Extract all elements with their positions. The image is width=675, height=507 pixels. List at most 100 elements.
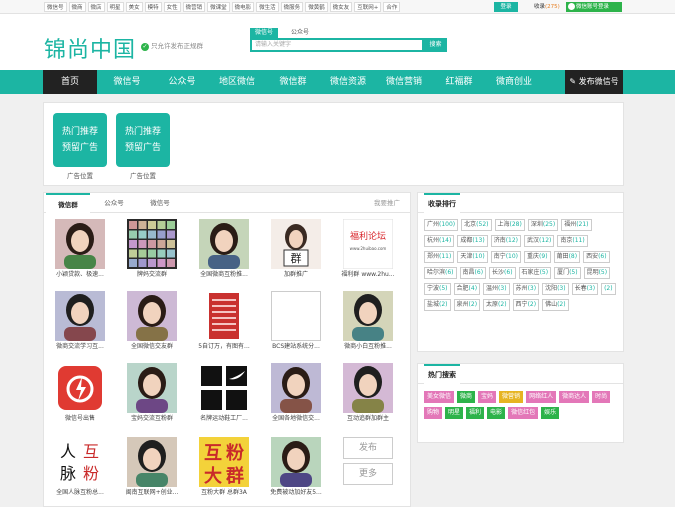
- city-tag[interactable]: 哈尔滨(6): [424, 267, 457, 279]
- city-tag[interactable]: 莆田(8): [553, 251, 581, 263]
- publish-button[interactable]: 发布: [343, 437, 393, 459]
- city-tag[interactable]: 深圳(25): [527, 219, 559, 231]
- list-item[interactable]: 互粉大群互粉大群 总群3A: [194, 437, 254, 498]
- city-tag[interactable]: 天津(10): [457, 251, 488, 263]
- more-button[interactable]: 更多: [343, 463, 393, 485]
- nav-red-groups[interactable]: 红福群: [432, 70, 486, 94]
- hot-search-tag[interactable]: 明星: [445, 407, 464, 419]
- top-link[interactable]: 微电影: [231, 2, 255, 12]
- tab-wechat-id[interactable]: 微信号: [138, 193, 182, 213]
- hot-search-tag[interactable]: 微商达人: [559, 391, 590, 403]
- list-item[interactable]: 互动追群加群主: [338, 363, 398, 424]
- nav-official[interactable]: 公众号: [155, 70, 209, 94]
- city-tag[interactable]: 福州(21): [561, 219, 592, 231]
- tab-official[interactable]: 公众号: [92, 193, 136, 213]
- city-tag[interactable]: 宁波(5): [424, 283, 451, 295]
- login-button[interactable]: 登录: [494, 2, 518, 12]
- city-tag[interactable]: 合肥(4): [453, 283, 481, 295]
- hot-search-tag[interactable]: 美女微信: [424, 391, 455, 403]
- city-tag[interactable]: 盐城(2): [424, 299, 451, 311]
- list-item[interactable]: 小颖贷款、极速...: [50, 219, 110, 280]
- hot-search-tag[interactable]: 微信红包: [508, 407, 539, 419]
- list-item[interactable]: 闽南互联网+创业...: [122, 437, 182, 498]
- nav-wechat-id[interactable]: 微信号: [100, 70, 154, 94]
- city-tag[interactable]: 西安(6): [583, 251, 610, 263]
- city-tag[interactable]: (2): [601, 283, 616, 295]
- top-link[interactable]: 微营销: [182, 2, 206, 12]
- list-item[interactable]: 全国微商互粉推...: [194, 219, 254, 280]
- nav-business[interactable]: 微商创业: [487, 70, 541, 94]
- list-item[interactable]: 发布 更多: [338, 437, 398, 488]
- top-link[interactable]: 模特: [144, 2, 162, 12]
- list-item[interactable]: 牌妈交流群: [122, 219, 182, 280]
- hot-search-tag[interactable]: 宝妈: [478, 391, 497, 403]
- city-tag[interactable]: 成都(13): [457, 235, 488, 247]
- top-link[interactable]: 女性: [163, 2, 181, 12]
- tab-wechat-groups[interactable]: 微信群: [46, 193, 90, 214]
- hot-search-tag[interactable]: 购物: [424, 407, 443, 419]
- publish-wechat-button[interactable]: ✎ 发布微信号: [565, 70, 623, 94]
- list-item[interactable]: 人互脉粉全国人脉互粉总...: [50, 437, 110, 498]
- list-item[interactable]: 微商交流学习互...: [50, 291, 110, 352]
- city-tag[interactable]: 广州(100): [424, 219, 459, 231]
- hot-search-tag[interactable]: 娱乐: [541, 407, 560, 419]
- hot-search-tag[interactable]: 福利: [466, 407, 485, 419]
- city-tag[interactable]: 杭州(14): [424, 235, 455, 247]
- top-link[interactable]: 微信号: [44, 2, 67, 12]
- city-tag[interactable]: 南宁(10): [490, 251, 522, 263]
- list-item[interactable]: 群加群推广: [266, 219, 326, 280]
- hot-search-tag[interactable]: 时尚: [592, 391, 611, 403]
- top-link[interactable]: 互联网+: [354, 2, 382, 12]
- city-tag[interactable]: 厦门(5): [554, 267, 581, 279]
- search-input[interactable]: 请输入关键字: [250, 38, 424, 52]
- ad-slot[interactable]: 热门推荐 预留广告: [116, 113, 170, 167]
- top-link[interactable]: 微生活: [256, 2, 279, 12]
- publish-more-box[interactable]: 发布 更多: [343, 437, 393, 487]
- list-item[interactable]: 宝妈交流互粉群: [122, 363, 182, 424]
- city-tag[interactable]: 北京(52): [461, 219, 492, 231]
- list-item[interactable]: 微信号出售: [50, 363, 110, 424]
- top-link[interactable]: 微女友: [329, 2, 353, 12]
- city-tag[interactable]: 上海(28): [494, 219, 525, 231]
- nav-groups[interactable]: 微信群: [266, 70, 320, 94]
- city-tag[interactable]: 西宁(2): [512, 299, 540, 311]
- city-tag[interactable]: 重庆(9): [524, 251, 551, 263]
- city-tag[interactable]: 太原(2): [483, 299, 510, 311]
- list-item[interactable]: 免费被动加好友5...: [266, 437, 326, 498]
- nav-resources[interactable]: 微信资源: [321, 70, 375, 94]
- wechat-login-button[interactable]: 微信账号登录: [566, 2, 622, 12]
- list-item[interactable]: 微商小白互粉推...: [338, 291, 398, 352]
- search-tab-official[interactable]: 公众号: [286, 28, 314, 38]
- city-tag[interactable]: 郑州(11): [424, 251, 455, 263]
- city-tag[interactable]: 沈阳(3): [542, 283, 569, 295]
- city-tag[interactable]: 长春(3): [571, 283, 599, 295]
- site-logo[interactable]: 锦尚中国: [44, 32, 136, 64]
- ad-slot[interactable]: 热门推荐 预留广告: [53, 113, 107, 167]
- hot-search-tag[interactable]: 电影: [487, 407, 506, 419]
- city-tag[interactable]: 南昌(6): [459, 267, 487, 279]
- nav-region[interactable]: 地区微信: [210, 70, 264, 94]
- top-link[interactable]: 微店: [87, 2, 105, 12]
- city-tag[interactable]: 佛山(2): [542, 299, 569, 311]
- city-tag[interactable]: 济南(12): [490, 235, 522, 247]
- city-tag[interactable]: 石家庄(5): [518, 267, 552, 279]
- list-item[interactable]: 全国各地微信交...: [266, 363, 326, 424]
- promote-link[interactable]: 我要推广: [374, 193, 400, 213]
- list-item[interactable]: 全国微信交友群: [122, 291, 182, 352]
- search-tab-wechat[interactable]: 微信号: [250, 28, 279, 38]
- list-item[interactable]: BCS建站系统分...: [266, 291, 326, 352]
- list-item[interactable]: 福利论坛 www.2huibao.com 福利群 www.2hu...: [338, 219, 398, 280]
- nav-marketing[interactable]: 微信营销: [377, 70, 431, 94]
- city-tag[interactable]: 苏州(3): [512, 283, 540, 295]
- city-tag[interactable]: 温州(3): [483, 283, 510, 295]
- top-link[interactable]: 微商: [68, 2, 86, 12]
- hot-search-tag[interactable]: 网络红人: [526, 391, 557, 403]
- top-link[interactable]: 微黄鹤: [305, 2, 328, 12]
- hot-search-tag[interactable]: 微营销: [499, 391, 524, 403]
- city-tag[interactable]: 武汉(12): [524, 235, 555, 247]
- list-item[interactable]: 5自订万，有图有...: [194, 291, 254, 352]
- top-link[interactable]: 明星: [106, 2, 124, 12]
- top-link[interactable]: 微服务: [280, 2, 304, 12]
- nav-home[interactable]: 首页: [43, 70, 97, 94]
- top-link[interactable]: 微课堂: [207, 2, 230, 12]
